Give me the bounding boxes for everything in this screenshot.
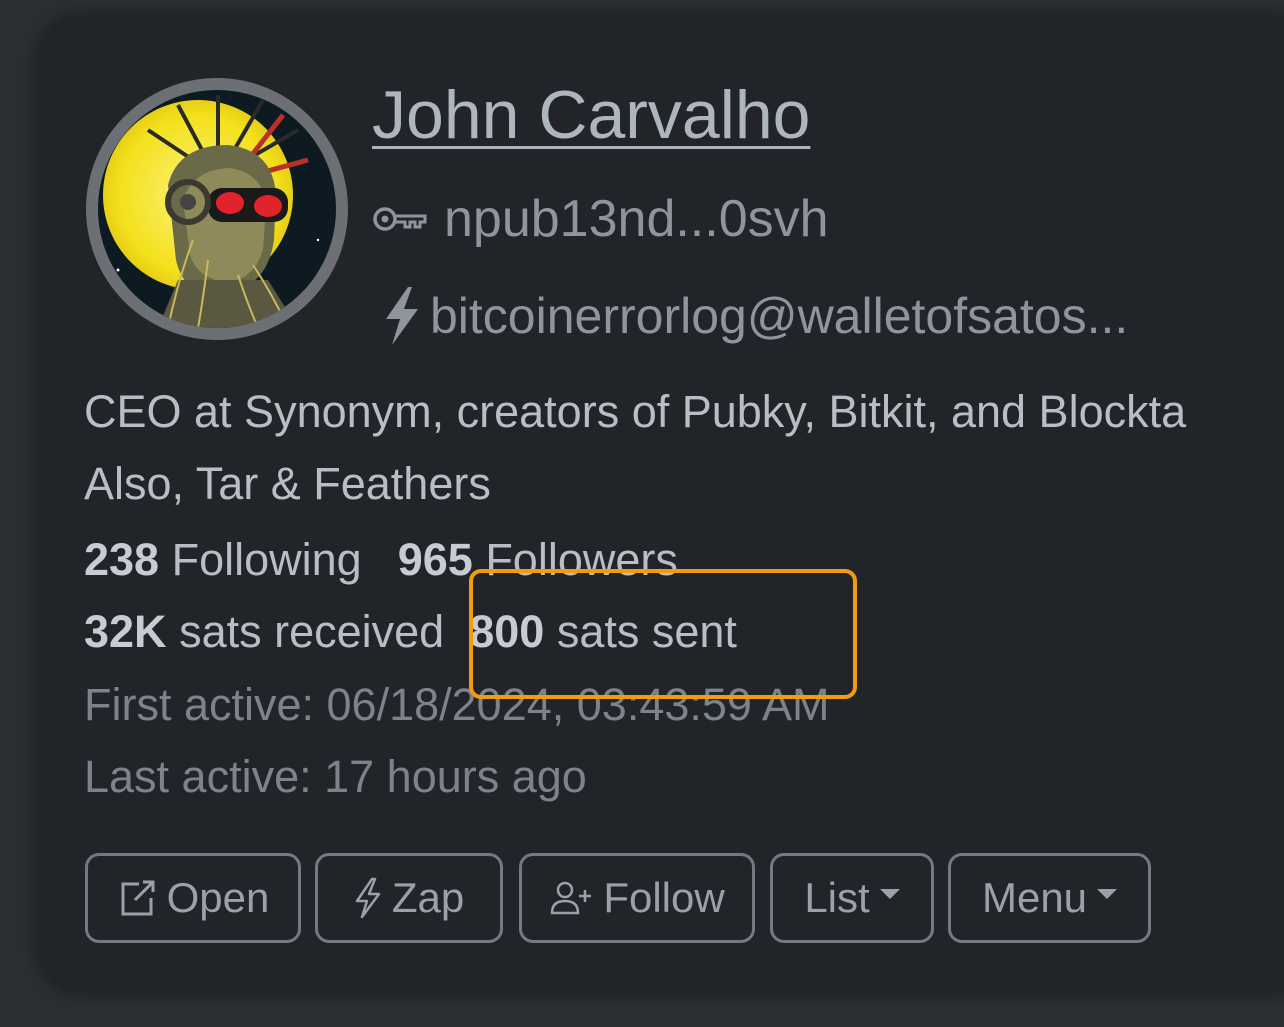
follow-stats: 238 Following 965 Followers — [84, 530, 678, 590]
profile-card: John Carvalho npub13nd...0svh bitcoinerr… — [36, 14, 1284, 994]
external-link-icon — [121, 880, 155, 916]
zap-button-label: Zap — [391, 874, 465, 921]
following-stat[interactable]: 238 Following — [84, 534, 362, 585]
first-active: First active: 06/18/2024, 03:43:59 AM — [84, 679, 830, 730]
avatar-image — [98, 90, 336, 328]
following-label: Following — [171, 534, 362, 585]
key-icon — [373, 207, 427, 231]
profile-name[interactable]: John Carvalho — [372, 76, 810, 154]
zap-icon — [355, 877, 381, 919]
chevron-down-icon — [1097, 889, 1118, 899]
lightning-address-row[interactable]: bitcoinerrorlog@walletofsatos... — [384, 284, 1128, 348]
zap-stats: 32K sats received 800 sats sent — [84, 602, 737, 662]
about-line-1: CEO at Synonym, creators of Pubky, Bitki… — [84, 386, 1187, 437]
npub-row[interactable]: npub13nd...0svh — [372, 189, 829, 249]
sats-sent-label: sats sent — [556, 606, 737, 657]
sats-sent-stat: 800 sats sent — [469, 606, 737, 657]
about-line-2: Also, Tar & Feathers — [84, 458, 491, 509]
zap-button[interactable]: Zap — [315, 853, 503, 943]
open-button[interactable]: Open — [85, 853, 301, 943]
chevron-down-icon — [879, 889, 900, 899]
list-dropdown-button[interactable]: List — [770, 853, 934, 943]
sats-sent-count: 800 — [469, 606, 545, 657]
avatar[interactable] — [86, 78, 348, 340]
following-count: 238 — [84, 534, 160, 585]
person-plus-icon — [551, 881, 592, 915]
sats-received-count: 32K — [84, 606, 167, 657]
lightning-icon — [386, 287, 418, 345]
list-button-label: List — [804, 874, 870, 921]
last-active: Last active: 17 hours ago — [84, 751, 587, 802]
followers-stat[interactable]: 965 Followers — [398, 534, 678, 585]
sats-received-label: sats received — [179, 606, 445, 657]
sats-received-stat: 32K sats received — [84, 606, 444, 657]
lightning-address-text: bitcoinerrorlog@walletofsatos... — [430, 288, 1129, 344]
follow-button[interactable]: Follow — [519, 853, 755, 943]
followers-label: Followers — [485, 534, 678, 585]
open-button-label: Open — [166, 874, 270, 921]
profile-about: CEO at Synonym, creators of Pubky, Bitki… — [84, 376, 1284, 520]
followers-count: 965 — [397, 534, 473, 585]
npub-text: npub13nd...0svh — [444, 190, 829, 248]
menu-dropdown-button[interactable]: Menu — [948, 853, 1151, 943]
follow-button-label: Follow — [603, 874, 725, 921]
menu-button-label: Menu — [981, 874, 1088, 921]
